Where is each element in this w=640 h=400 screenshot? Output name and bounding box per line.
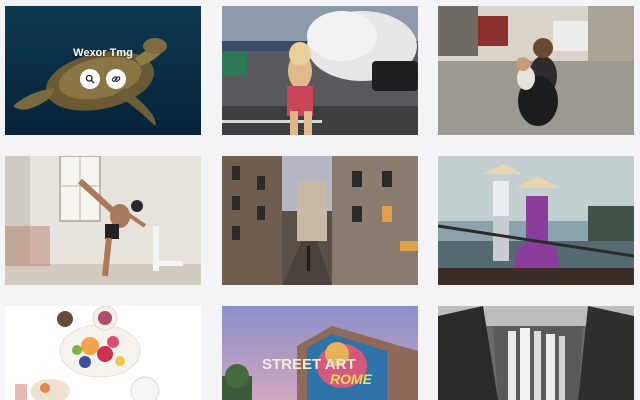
gallery-item-racetrack[interactable] [222,6,418,135]
gallery-item-turtle[interactable]: Wexor Tmg [5,6,201,135]
gallery-item-breakfast[interactable] [5,306,201,400]
link-button[interactable] [106,68,126,89]
city-street-image [222,156,418,285]
gallery-item-waterfall[interactable] [438,306,634,400]
gallery-item-boat-women[interactable] [438,156,634,285]
mural-subtitle: ROME [330,371,373,387]
gallery-item-street-art[interactable]: STREET ART ROME [222,306,418,400]
racetrack-image [222,6,418,135]
breakfast-image [5,306,201,400]
search-icon [85,74,95,83]
gallery-item-mother-child[interactable] [438,6,634,135]
street-art-image: STREET ART ROME [222,306,418,400]
zoom-button[interactable] [80,68,100,89]
gallery-item-city-street[interactable] [222,156,418,285]
waterfall-image [438,306,634,400]
gallery-item-dancer[interactable] [5,156,201,285]
mother-child-image [438,6,634,135]
boat-women-image [438,156,634,285]
dancer-image [5,156,201,285]
link-icon [111,75,121,82]
